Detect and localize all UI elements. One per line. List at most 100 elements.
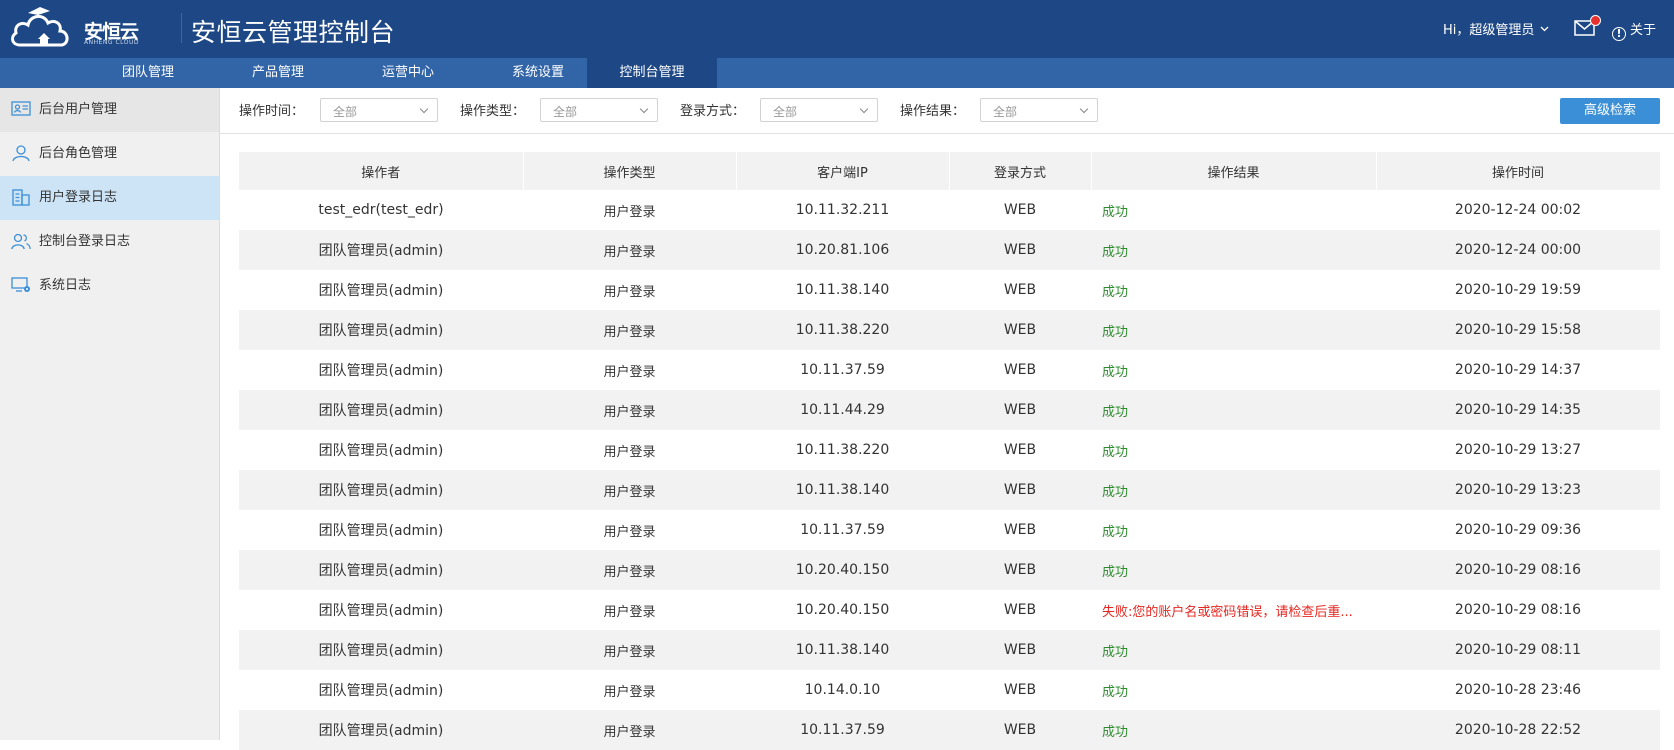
cell-login-method: WEB	[949, 470, 1091, 510]
login-method-label: 登录方式：	[680, 104, 746, 119]
table-row[interactable]: 团队管理员(admin) 用户登录 10.11.38.220 WEB 成功 2020-10…	[239, 430, 1660, 470]
cell-op-time: 2020-10-28 22:52	[1376, 710, 1660, 750]
cell-client-ip: 10.11.38.220	[736, 310, 949, 350]
sidebar-item-label: 后台用户管理	[39, 102, 118, 117]
filter-bar: 操作时间： 全部 操作类型： 全部 登录方式： 全部 操作结果： 全部 高级检索	[220, 88, 1674, 134]
sidebar: 后台用户管理 后台角色管理 用户登录日志 控制台登录日志 系统日志	[0, 88, 220, 740]
cell-op-type: 用户登录	[523, 590, 736, 630]
about-link[interactable]: ! 关于	[1612, 19, 1656, 41]
advanced-search-button[interactable]: 高级检索	[1560, 98, 1660, 124]
cell-operator: 团队管理员(admin)	[239, 350, 523, 390]
table-row[interactable]: 团队管理员(admin) 用户登录 10.11.37.59 WEB 成功 2020-10-…	[239, 510, 1660, 550]
user-menu[interactable]: Hi，超级管理员	[1443, 19, 1549, 38]
select-value: 全部	[333, 105, 358, 119]
login-log-table: 操作者 操作类型 客户端IP 登录方式 操作结果 操作时间 test_edr(t…	[239, 152, 1661, 750]
column-header-client-ip[interactable]: 客户端IP	[736, 152, 950, 190]
cell-op-time: 2020-10-29 09:36	[1376, 510, 1660, 550]
cell-op-type: 用户登录	[523, 630, 736, 670]
cell-op-result: 成功	[1091, 390, 1376, 430]
table-row[interactable]: 团队管理员(admin) 用户登录 10.11.38.140 WEB 成功 2020-10…	[239, 470, 1660, 510]
cell-op-result: 成功	[1091, 190, 1376, 230]
cell-login-method: WEB	[949, 590, 1091, 630]
tab-team-management[interactable]: 团队管理	[83, 58, 213, 88]
cell-op-type: 用户登录	[523, 710, 736, 750]
user-card-icon	[11, 101, 31, 116]
cell-op-result: 成功	[1091, 310, 1376, 350]
top-nav: 团队管理 产品管理 运营中心 系统设置 控制台管理	[0, 58, 1674, 88]
cell-login-method: WEB	[949, 630, 1091, 670]
op-result-select[interactable]: 全部	[980, 98, 1098, 122]
cell-operator: 团队管理员(admin)	[239, 550, 523, 590]
sidebar-item-label: 后台角色管理	[39, 146, 118, 161]
table-row[interactable]: 团队管理员(admin) 用户登录 10.11.38.140 WEB 成功 2020-10…	[239, 630, 1660, 670]
notification-badge	[1590, 15, 1601, 26]
column-header-op-type[interactable]: 操作类型	[523, 152, 737, 190]
table-row[interactable]: 团队管理员(admin) 用户登录 10.20.81.106 WEB 成功 2020-12…	[239, 230, 1660, 270]
tab-product-management[interactable]: 产品管理	[213, 58, 343, 88]
table-row[interactable]: 团队管理员(admin) 用户登录 10.11.38.140 WEB 成功 2020-10…	[239, 270, 1660, 310]
cell-op-type: 用户登录	[523, 550, 736, 590]
cell-op-result: 成功	[1091, 710, 1376, 750]
header-divider	[181, 13, 182, 43]
tab-system-settings[interactable]: 系统设置	[473, 58, 603, 88]
cell-op-result: 成功	[1091, 630, 1376, 670]
cell-client-ip: 10.11.38.140	[736, 630, 949, 670]
cell-op-result: 失败:您的账户名或密码错误，请检查后重...	[1091, 590, 1376, 630]
cell-operator: 团队管理员(admin)	[239, 510, 523, 550]
sidebar-item-backend-users[interactable]: 后台用户管理	[0, 88, 219, 132]
cell-op-result: 成功	[1091, 510, 1376, 550]
table-row[interactable]: 团队管理员(admin) 用户登录 10.20.40.150 WEB 失败:您的账户名或…	[239, 590, 1660, 630]
chevron-down-icon	[639, 104, 649, 114]
column-header-op-time[interactable]: 操作时间	[1376, 152, 1661, 190]
cell-client-ip: 10.11.38.140	[736, 470, 949, 510]
sidebar-item-label: 用户登录日志	[39, 190, 118, 205]
cell-operator: 团队管理员(admin)	[239, 430, 523, 470]
cell-operator: 团队管理员(admin)	[239, 310, 523, 350]
info-icon: !	[1612, 27, 1626, 41]
table-row[interactable]: 团队管理员(admin) 用户登录 10.11.44.29 WEB 成功 2020-10-…	[239, 390, 1660, 430]
chevron-down-icon	[1540, 26, 1548, 32]
table-row[interactable]: 团队管理员(admin) 用户登录 10.11.38.220 WEB 成功 2020-10…	[239, 310, 1660, 350]
tab-console-management[interactable]: 控制台管理	[587, 58, 717, 88]
table-row[interactable]: 团队管理员(admin) 用户登录 10.11.37.59 WEB 成功 2020-10-…	[239, 350, 1660, 390]
table-row[interactable]: test_edr(test_edr) 用户登录 10.11.32.211 WEB 成功 2…	[239, 190, 1660, 230]
tab-operations-center[interactable]: 运营中心	[343, 58, 473, 88]
column-header-login-method[interactable]: 登录方式	[949, 152, 1092, 190]
about-label: 关于	[1630, 23, 1657, 38]
cell-operator: 团队管理员(admin)	[239, 470, 523, 510]
chevron-down-icon	[1079, 104, 1089, 114]
op-time-select[interactable]: 全部	[320, 98, 438, 122]
column-header-operator[interactable]: 操作者	[239, 152, 524, 190]
select-value: 全部	[553, 105, 578, 119]
op-type-select[interactable]: 全部	[540, 98, 658, 122]
building-icon	[12, 189, 30, 206]
op-time-label: 操作时间：	[239, 104, 305, 119]
cell-op-type: 用户登录	[523, 230, 736, 270]
cell-op-time: 2020-10-29 19:59	[1376, 270, 1660, 310]
sidebar-item-backend-roles[interactable]: 后台角色管理	[0, 132, 219, 176]
column-header-op-result[interactable]: 操作结果	[1091, 152, 1377, 190]
cell-op-type: 用户登录	[523, 270, 736, 310]
table-header-row: 操作者 操作类型 客户端IP 登录方式 操作结果 操作时间	[239, 152, 1661, 190]
sidebar-item-user-login-log[interactable]: 用户登录日志	[0, 176, 219, 220]
cell-login-method: WEB	[949, 270, 1091, 310]
cell-op-type: 用户登录	[523, 390, 736, 430]
cell-client-ip: 10.20.40.150	[736, 550, 949, 590]
table-row[interactable]: 团队管理员(admin) 用户登录 10.11.37.59 WEB 成功 2020-10-…	[239, 710, 1660, 750]
login-method-select[interactable]: 全部	[760, 98, 878, 122]
chevron-down-icon	[859, 104, 869, 114]
cell-op-time: 2020-10-29 13:23	[1376, 470, 1660, 510]
table-row[interactable]: 团队管理员(admin) 用户登录 10.20.40.150 WEB 成功 2020-10…	[239, 550, 1660, 590]
cell-op-result: 成功	[1091, 550, 1376, 590]
cell-op-result: 成功	[1091, 270, 1376, 310]
sidebar-item-console-login-log[interactable]: 控制台登录日志	[0, 220, 219, 264]
cell-op-time: 2020-10-29 13:27	[1376, 430, 1660, 470]
cell-client-ip: 10.11.38.140	[736, 270, 949, 310]
table-row[interactable]: 团队管理员(admin) 用户登录 10.14.0.10 WEB 成功 2020-10-2…	[239, 670, 1660, 710]
cell-op-time: 2020-10-29 08:16	[1376, 590, 1660, 630]
cell-client-ip: 10.11.38.220	[736, 430, 949, 470]
logo[interactable]: 安恒云 ANHENG CLOUD	[10, 3, 140, 53]
cell-op-result: 成功	[1091, 350, 1376, 390]
sidebar-item-system-log[interactable]: 系统日志	[0, 264, 219, 308]
logo-subtext: ANHENG CLOUD	[84, 39, 139, 46]
